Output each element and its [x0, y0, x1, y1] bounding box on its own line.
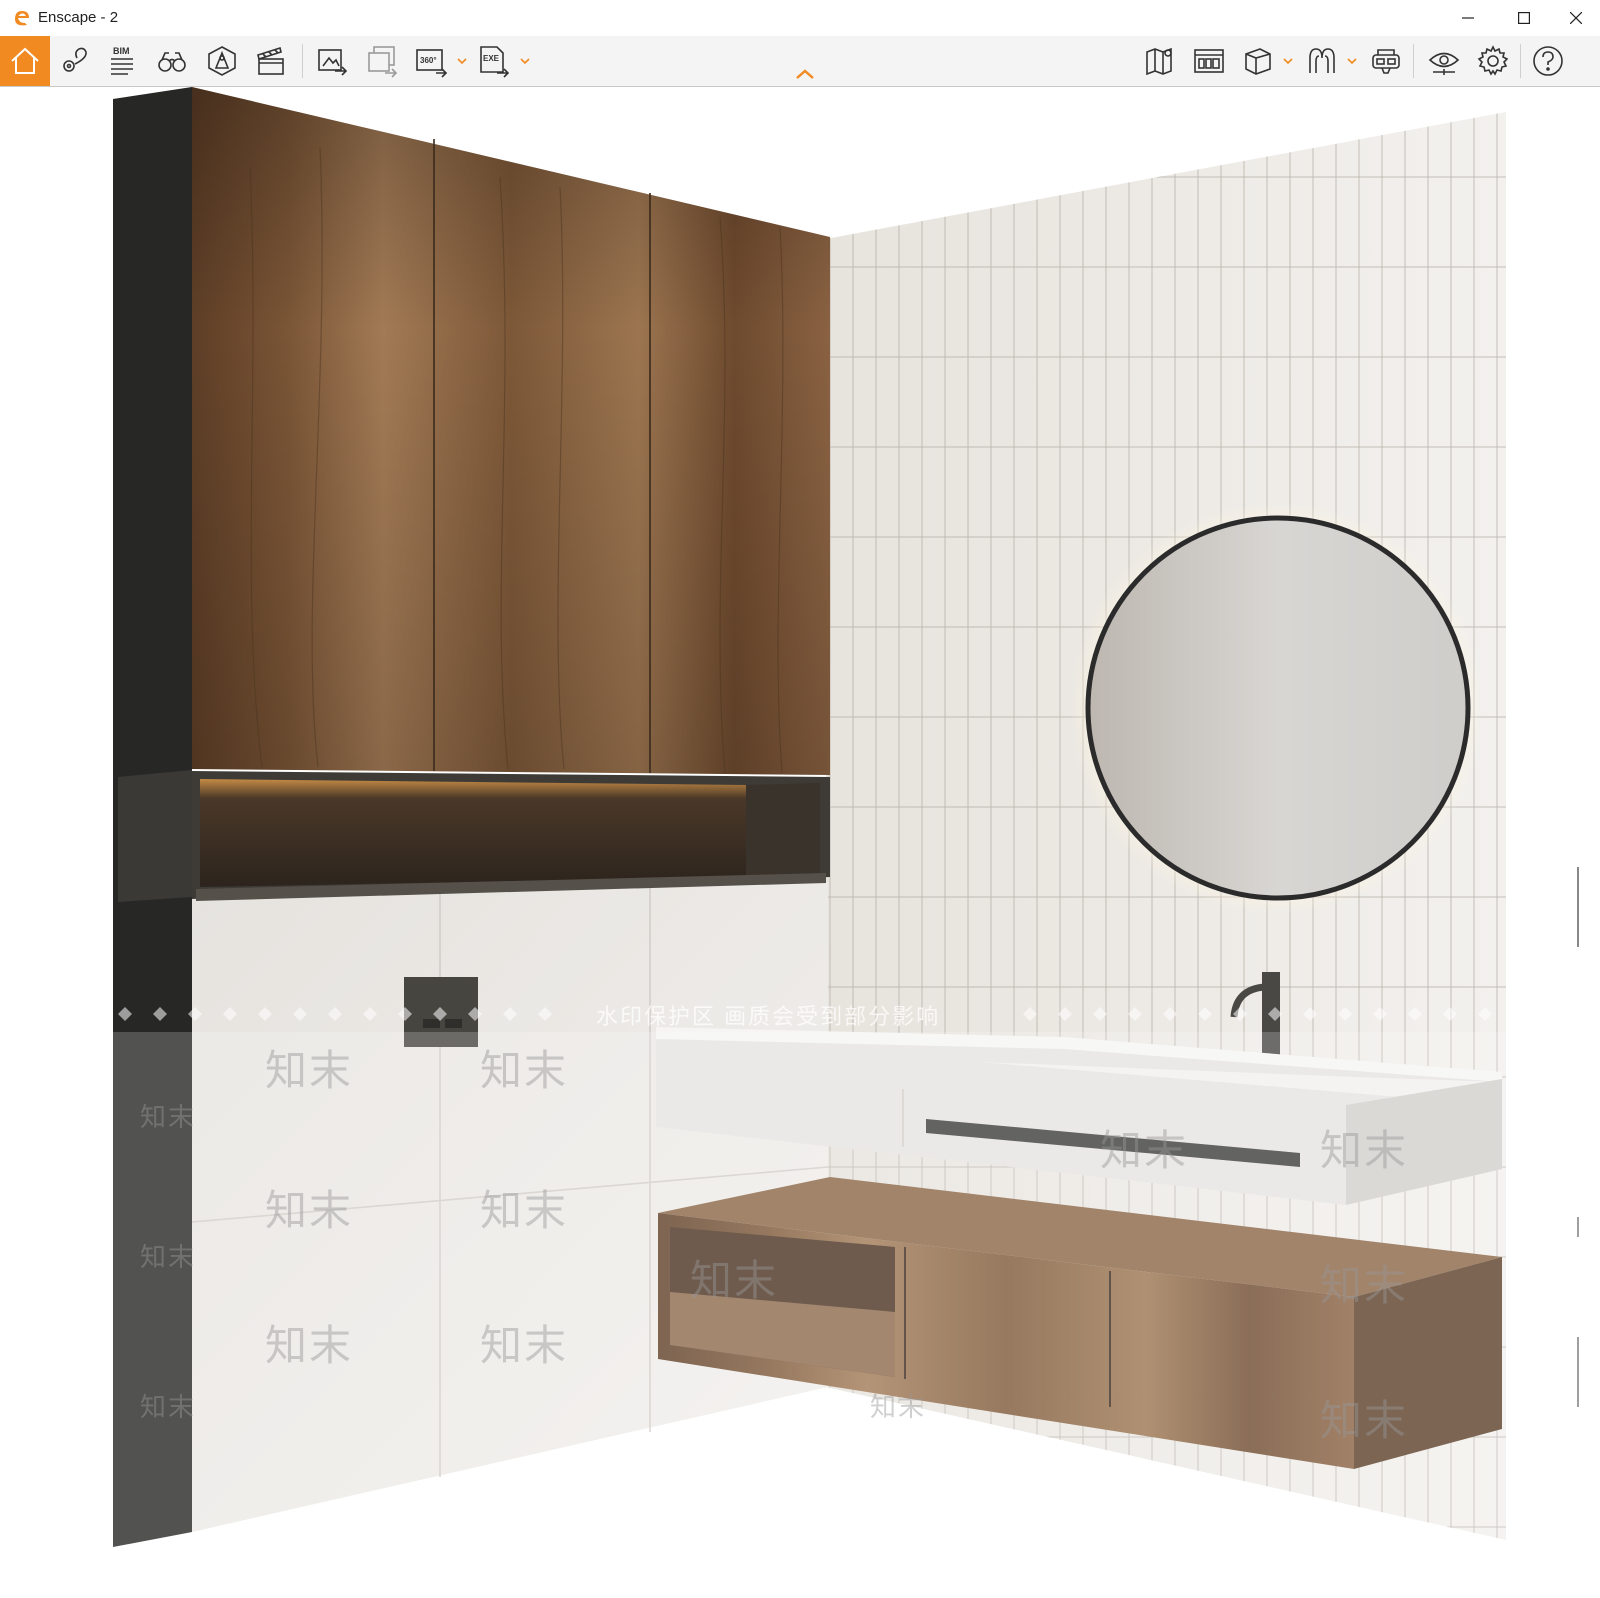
map-icon: [1146, 47, 1172, 76]
vr-headset-button[interactable]: [1364, 39, 1408, 83]
close-icon: [1570, 12, 1582, 24]
atmosphere-icon: [1309, 48, 1335, 73]
video-clapper-icon: [257, 46, 284, 75]
exe-label: EXE: [483, 54, 500, 63]
batch-render-icon: [368, 46, 398, 78]
minimize-icon: [1462, 17, 1474, 19]
toolbar-separator: [1413, 44, 1414, 78]
map-button[interactable]: [1138, 39, 1182, 83]
maximize-icon: [1518, 12, 1530, 24]
enscape-logo-icon: [15, 11, 29, 26]
watermark-brand: 知末: [480, 1187, 569, 1234]
panorama-button[interactable]: 360°: [409, 39, 453, 83]
screenshot-button[interactable]: [310, 39, 354, 83]
exe-export-icon: EXE: [480, 46, 510, 78]
bim-info-icon: BIM: [111, 46, 133, 75]
watermark-notice: 水印保护区 画质会受到部分影响: [596, 1004, 941, 1029]
watermark-brand: 知末: [140, 1392, 197, 1422]
settings-gear-icon: [1477, 45, 1509, 76]
watermark-brand: 知末: [1320, 1127, 1409, 1174]
panorama-360-icon: 360°: [416, 49, 448, 78]
watermark-brand: 知末: [1320, 1262, 1409, 1309]
watermark-brand: 知末: [265, 1187, 354, 1234]
maximize-button[interactable]: [1496, 0, 1552, 36]
watermark-brand: 知末: [140, 1102, 197, 1132]
toolbar-separator: [302, 44, 303, 78]
watermark-brand: 知末: [1100, 1127, 1189, 1174]
visual-settings-eye-icon: [1428, 52, 1460, 75]
title-bar[interactable]: Enscape - 2: [0, 0, 1600, 36]
lit-niche: [200, 779, 746, 887]
bathroom-render: [0, 87, 1600, 1598]
minimize-button[interactable]: [1440, 0, 1496, 36]
panorama-label: 360°: [420, 56, 437, 65]
chevron-down-icon[interactable]: [1281, 54, 1295, 68]
chevron-down-icon[interactable]: [455, 54, 469, 68]
location-pin-icon: [63, 47, 87, 72]
views-cube-button[interactable]: [1236, 39, 1280, 83]
asset-library-icon: [208, 46, 236, 76]
material-editor-button[interactable]: [1187, 39, 1231, 83]
visual-settings-button[interactable]: [1422, 39, 1466, 83]
bim-label: BIM: [113, 46, 130, 56]
watermark-brand: 知末: [870, 1392, 927, 1422]
walk-mode-button[interactable]: [150, 39, 194, 83]
binoculars-icon: [158, 52, 186, 72]
render-viewport[interactable]: 水印保护区 画质会受到部分影响 知末 知末 知末 知末 知末 知末 知末 知末 …: [0, 87, 1600, 1598]
watermark-brand: 知末: [480, 1047, 569, 1094]
home-button[interactable]: [0, 36, 50, 86]
video-editor-button[interactable]: [249, 39, 293, 83]
round-mirror: [1085, 515, 1471, 901]
window-title: Enscape - 2: [38, 9, 119, 26]
chevron-down-icon[interactable]: [1345, 54, 1359, 68]
close-button[interactable]: [1552, 0, 1600, 36]
watermark-brand: 知末: [1320, 1397, 1409, 1444]
watermark-brand: 知末: [480, 1322, 569, 1369]
toolbar-separator: [1520, 44, 1521, 78]
cube-view-icon: [1245, 48, 1271, 75]
screenshot-export-icon: [318, 49, 348, 76]
batch-render-button[interactable]: [360, 39, 404, 83]
export-exe-button[interactable]: EXE: [472, 39, 516, 83]
help-button[interactable]: [1526, 39, 1570, 83]
vr-headset-icon: [1372, 49, 1400, 74]
bim-button[interactable]: BIM: [101, 39, 145, 83]
asset-library-button[interactable]: [200, 39, 244, 83]
watermark-brand: 知末: [265, 1322, 354, 1369]
home-icon: [11, 47, 39, 74]
material-editor-icon: [1194, 49, 1224, 73]
atmosphere-button[interactable]: [1300, 39, 1344, 83]
watermark-brand: 知末: [265, 1047, 354, 1094]
watermark-brand: 知末: [690, 1257, 779, 1304]
collapse-toolbar-chevron-icon[interactable]: [793, 66, 817, 82]
settings-button[interactable]: [1471, 39, 1515, 83]
chevron-down-icon[interactable]: [518, 54, 532, 68]
watermark-brand: 知末: [140, 1242, 197, 1272]
help-icon: [1533, 46, 1563, 76]
views-button[interactable]: [54, 39, 98, 83]
